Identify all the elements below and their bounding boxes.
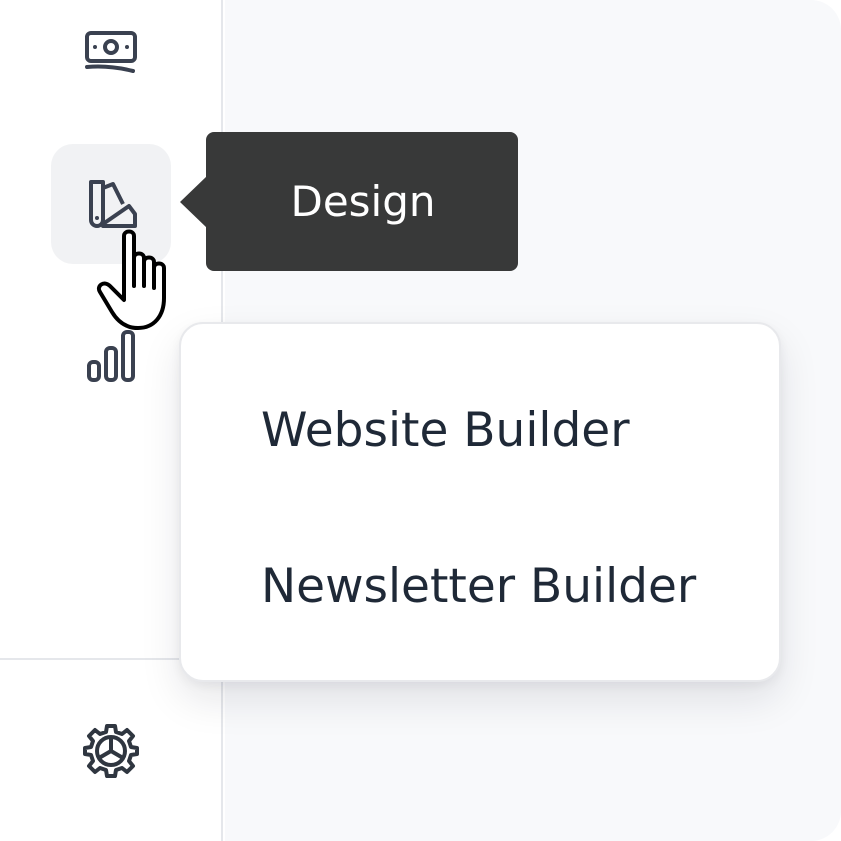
- money-icon: [85, 31, 137, 73]
- tooltip-design: Design: [180, 132, 518, 271]
- sidebar-item-analytics[interactable]: [51, 296, 171, 416]
- analytics-icon: [87, 330, 135, 382]
- tooltip-label: Design: [290, 177, 436, 226]
- sidebar-item-design[interactable]: [51, 144, 171, 264]
- app-window: Design Website Builder Newsletter Builde…: [0, 0, 841, 841]
- menu-item-newsletter-builder[interactable]: Newsletter Builder: [181, 536, 779, 636]
- settings-gear-icon: [83, 724, 139, 778]
- sidebar-item-settings[interactable]: [51, 690, 171, 810]
- tooltip-arrow: [180, 175, 207, 228]
- sidebar-item-payments[interactable]: [51, 0, 171, 112]
- design-submenu: Website Builder Newsletter Builder: [179, 322, 781, 682]
- menu-item-label: Website Builder: [261, 402, 630, 458]
- menu-item-label: Newsletter Builder: [261, 558, 697, 614]
- menu-item-website-builder[interactable]: Website Builder: [181, 380, 779, 480]
- design-swatch-icon: [89, 180, 137, 228]
